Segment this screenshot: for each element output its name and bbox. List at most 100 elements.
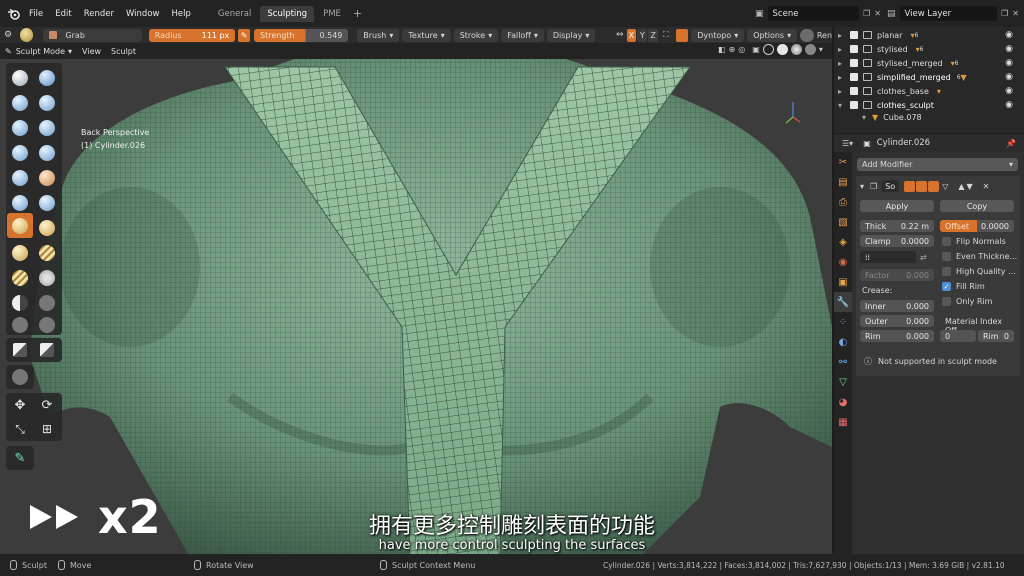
menu-help[interactable]: Help: [165, 9, 196, 19]
vertex-group-field[interactable]: ⁞⁞: [860, 251, 916, 263]
flip-normals-option[interactable]: Flip Normals: [942, 237, 1006, 246]
mask-tool[interactable]: [35, 291, 59, 315]
dyntopo-icon[interactable]: [676, 28, 689, 42]
expand-arrow-icon[interactable]: ▸: [838, 73, 850, 82]
mode-selector[interactable]: ✎ Sculpt Mode ▾: [0, 47, 77, 56]
pin-icon[interactable]: 📌: [1006, 139, 1016, 148]
tab-world[interactable]: ◉: [834, 252, 852, 272]
high-quality-checkbox[interactable]: [942, 267, 951, 276]
outliner-row[interactable]: ▸ simplified_merged 6 ▼ ◉: [838, 70, 1020, 84]
annotate-mask-tool[interactable]: [8, 365, 32, 389]
gizmo-icon[interactable]: ⊕: [729, 45, 736, 54]
shading-render-icon[interactable]: [804, 44, 816, 55]
collection-name[interactable]: planar: [877, 31, 902, 40]
render-toggle-icon[interactable]: [928, 180, 940, 192]
annotate-tool[interactable]: ✎: [8, 446, 32, 470]
collection-name[interactable]: clothes_base: [877, 87, 929, 96]
dyntopo-menu[interactable]: Dyntopo ▾: [691, 28, 745, 42]
rotate-tool[interactable]: [35, 266, 59, 290]
tab-render[interactable]: ▤: [834, 172, 852, 192]
collection-checkbox[interactable]: [850, 59, 858, 67]
tab-tool[interactable]: ✂: [834, 152, 852, 172]
thickness-field[interactable]: Thick 0.22 m: [860, 220, 934, 232]
expand-arrow-icon[interactable]: ▸: [838, 45, 850, 54]
blender-logo-icon[interactable]: [5, 5, 23, 23]
collapse-arrow-icon[interactable]: ▾: [860, 182, 864, 191]
view-menu[interactable]: View: [77, 47, 106, 56]
texture-menu[interactable]: Texture ▾: [402, 28, 451, 42]
visibility-eye-icon[interactable]: ◉: [1005, 100, 1013, 110]
snake-hook-tool[interactable]: [8, 241, 32, 265]
modifier-name-field[interactable]: So: [881, 180, 900, 192]
outliner-row[interactable]: ▸ stylised_merged ▾ 6 ◉: [838, 56, 1020, 70]
realtime-toggle-icon[interactable]: [916, 180, 928, 192]
only-rim-checkbox[interactable]: [942, 297, 951, 306]
display-menu[interactable]: Display ▾: [546, 28, 596, 42]
menu-file[interactable]: File: [23, 9, 49, 19]
collection-checkbox[interactable]: [850, 73, 858, 81]
collection-name[interactable]: clothes_sculpt: [877, 101, 934, 110]
new-scene-icon[interactable]: ❐: [863, 9, 870, 18]
expand-arrow-icon[interactable]: ▸: [838, 59, 850, 68]
mesh-filter-tool[interactable]: [35, 338, 59, 362]
shading-wireframe-icon[interactable]: [762, 44, 774, 55]
menu-render[interactable]: Render: [78, 9, 120, 19]
crease-rim-field[interactable]: Rim 0.000: [860, 330, 934, 342]
transform-tool[interactable]: ⊞: [35, 417, 59, 441]
cage-toggle-icon[interactable]: ▽: [942, 182, 948, 191]
collection-name[interactable]: stylised_merged: [877, 59, 943, 68]
copy-button[interactable]: Copy: [940, 200, 1014, 212]
strength-slider[interactable]: Strength 0.549: [254, 28, 349, 42]
menu-window[interactable]: Window: [120, 9, 166, 19]
add-workspace-icon[interactable]: +: [348, 7, 367, 20]
tab-particles[interactable]: ⁘: [834, 312, 852, 332]
edit-mode-toggle-icon[interactable]: [904, 180, 916, 192]
visibility-eye-icon[interactable]: ◉: [1005, 58, 1013, 68]
tab-sculpting[interactable]: Sculpting: [260, 5, 315, 22]
visibility-eye-icon[interactable]: ◉: [1005, 86, 1013, 96]
nudge-tool[interactable]: [8, 266, 32, 290]
object-name[interactable]: Cube.078: [883, 113, 921, 122]
offset-field[interactable]: Offset 0.0000: [940, 220, 1014, 232]
expand-arrow-icon[interactable]: ▸: [838, 31, 850, 40]
tab-pme[interactable]: PME: [316, 6, 348, 22]
draw-sharp-tool[interactable]: [35, 66, 59, 90]
chevron-down-icon[interactable]: ▾: [819, 45, 823, 54]
overlays-icon[interactable]: ◎: [738, 45, 745, 54]
move-tool[interactable]: ✥: [8, 393, 32, 417]
brush-menu[interactable]: Brush ▾: [357, 28, 400, 42]
visibility-icon[interactable]: ◧: [718, 45, 726, 54]
clamp-field[interactable]: Clamp 0.0000: [860, 235, 934, 247]
pen-pressure-icon[interactable]: ✎: [238, 28, 251, 42]
fill-rim-option[interactable]: ✓ Fill Rim: [942, 282, 985, 291]
editor-type-icon[interactable]: ☰: [842, 139, 849, 148]
move-down-icon[interactable]: ▼: [967, 182, 973, 191]
close-icon[interactable]: ✕: [983, 182, 990, 191]
new-view-layer-icon[interactable]: ❐: [1001, 9, 1008, 18]
pinch-tool[interactable]: [35, 216, 59, 240]
shading-material-icon[interactable]: [790, 44, 802, 55]
tab-constraints[interactable]: ⚯: [834, 352, 852, 372]
stroke-menu[interactable]: Stroke ▾: [453, 28, 499, 42]
symmetry-y-toggle[interactable]: Y: [637, 28, 648, 42]
view-layer-selector[interactable]: ▤ View Layer ❐ ✕: [887, 6, 1019, 21]
fill-rim-checkbox[interactable]: ✓: [942, 282, 951, 291]
collection-checkbox[interactable]: [850, 87, 858, 95]
options-menu[interactable]: Options ▾: [747, 28, 798, 42]
scene-name-field[interactable]: Scene: [767, 6, 860, 21]
tab-scene[interactable]: ◈: [834, 232, 852, 252]
outliner-row[interactable]: ▾ ▼ Cube.078: [838, 112, 1020, 122]
draw-brush-tool[interactable]: [8, 66, 32, 90]
tab-general[interactable]: General: [211, 6, 259, 22]
tab-physics[interactable]: ◐: [834, 332, 852, 352]
outliner-row[interactable]: ▸ planar ▾ 6 ◉: [838, 28, 1020, 42]
high-quality-normals-option[interactable]: High Quality ...: [942, 267, 1016, 276]
tab-view-layer[interactable]: ▧: [834, 212, 852, 232]
invert-vertex-group-icon[interactable]: ⇄: [920, 253, 927, 262]
outliner-row[interactable]: ▾ clothes_sculpt ◉: [838, 98, 1020, 112]
brush-preview-icon[interactable]: [19, 28, 34, 42]
mirror-icon[interactable]: ⛶: [663, 30, 669, 40]
crease-tool[interactable]: [35, 141, 59, 165]
scene-selector[interactable]: ▣ Scene ❐ ✕: [755, 6, 881, 21]
scale-tool[interactable]: ⤡: [8, 417, 32, 441]
